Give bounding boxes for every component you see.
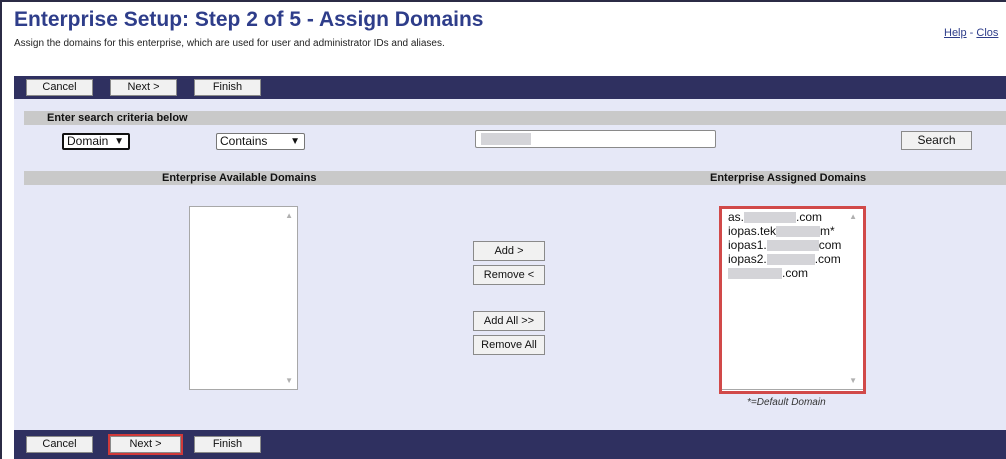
remove-button[interactable]: Remove < <box>473 265 545 285</box>
list-item[interactable]: iopas1. com <box>728 238 841 252</box>
page-title: Enterprise Setup: Step 2 of 5 - Assign D… <box>14 8 484 31</box>
default-domain-note: *=Default Domain <box>747 397 826 408</box>
main-panel: Enter search criteria below Domain ▼ Con… <box>14 99 1006 430</box>
domain-lists-header: Enterprise Available Domains Enterprise … <box>24 171 1006 185</box>
next-button[interactable]: Next > <box>108 434 183 455</box>
remove-all-button[interactable]: Remove All <box>473 335 545 355</box>
domain-prefix: as. <box>728 210 745 224</box>
domain-suffix: m* <box>820 224 835 238</box>
list-item[interactable]: iopas2. .com <box>728 252 841 266</box>
domain-suffix: .com <box>796 210 823 224</box>
scroll-up-icon[interactable]: ▲ <box>849 212 857 221</box>
redacted-text <box>744 212 797 224</box>
chevron-down-icon: ▼ <box>290 136 300 147</box>
search-operator-select[interactable]: Contains ▼ <box>216 133 305 150</box>
redacted-text <box>481 133 531 145</box>
redacted-text <box>776 226 821 238</box>
domain-prefix: iopas.tek <box>728 224 777 238</box>
page-subtitle: Assign the domains for this enterprise, … <box>14 38 445 49</box>
search-criteria-header: Enter search criteria below <box>24 111 1006 125</box>
cancel-button[interactable]: Cancel <box>26 79 93 96</box>
next-button[interactable]: Next > <box>110 79 177 96</box>
list-divider <box>722 389 863 390</box>
domain-suffix: com <box>818 238 842 252</box>
help-links: Help - Clos <box>944 27 998 39</box>
assigned-domains-heading: Enterprise Assigned Domains <box>710 172 867 184</box>
search-input[interactable] <box>475 130 716 148</box>
list-item[interactable]: .com <box>728 266 808 280</box>
help-link[interactable]: Help <box>944 27 967 39</box>
close-link[interactable]: Clos <box>976 27 998 39</box>
top-toolbar: Cancel Next > Finish <box>14 76 1006 99</box>
search-criteria-label: Enter search criteria below <box>47 112 188 124</box>
search-button[interactable]: Search <box>901 131 972 150</box>
redacted-text <box>766 254 815 266</box>
available-domains-heading: Enterprise Available Domains <box>162 172 317 184</box>
cancel-button[interactable]: Cancel <box>26 436 93 453</box>
domain-prefix: iopas2. <box>728 252 767 266</box>
domain-suffix: .com <box>782 266 809 280</box>
domain-prefix: iopas1. <box>728 238 767 252</box>
add-button[interactable]: Add > <box>473 241 545 261</box>
finish-button[interactable]: Finish <box>194 79 261 96</box>
add-all-button[interactable]: Add All >> <box>473 311 545 331</box>
available-domains-list[interactable]: ▲ ▼ <box>189 206 298 390</box>
list-item[interactable]: as. .com <box>728 210 822 224</box>
bottom-toolbar: Cancel Next > Finish <box>14 430 1006 459</box>
scroll-down-icon[interactable]: ▼ <box>849 376 857 385</box>
assigned-domains-list[interactable]: as. .com iopas.tek m* iopas1. com iopas2. .c… <box>719 206 866 394</box>
search-field-select[interactable]: Domain ▼ <box>62 133 130 150</box>
redacted-text <box>728 268 782 280</box>
scroll-up-icon[interactable]: ▲ <box>285 211 293 220</box>
search-operator-select-value: Contains <box>220 134 268 148</box>
redacted-text <box>766 240 819 252</box>
link-separator: - <box>966 27 977 39</box>
finish-button[interactable]: Finish <box>194 436 261 453</box>
search-field-select-value: Domain <box>67 134 109 148</box>
domain-suffix: .com <box>814 252 841 266</box>
chevron-down-icon: ▼ <box>114 136 124 147</box>
scroll-down-icon[interactable]: ▼ <box>285 376 293 385</box>
list-item[interactable]: iopas.tek m* <box>728 224 835 238</box>
